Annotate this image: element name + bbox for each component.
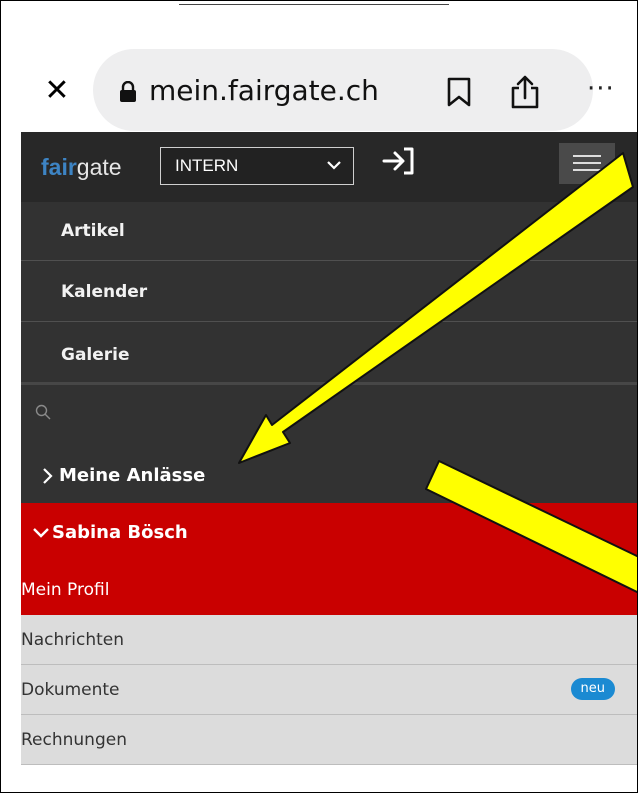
- user-name[interactable]: Sabina Bösch: [52, 517, 188, 549]
- nav-item-galerie[interactable]: Galerie: [21, 326, 637, 385]
- chevron-down-icon[interactable]: [33, 527, 49, 539]
- lock-icon: [120, 81, 136, 102]
- close-icon[interactable]: ✕: [37, 71, 77, 111]
- menu-item-dokumente[interactable]: Dokumente neu: [21, 665, 637, 715]
- screenshot-frame: ✕ mein.fairgate.ch ··· fairgate INTERN A…: [0, 0, 638, 793]
- fairgate-logo[interactable]: fairgate: [41, 152, 122, 182]
- menu-item-mein-profil[interactable]: Mein Profil: [21, 565, 637, 615]
- nav-item-artikel[interactable]: Artikel: [21, 202, 637, 261]
- chevron-right-icon: [43, 468, 53, 484]
- menu-item-label: Rechnungen: [21, 730, 127, 750]
- new-badge: neu: [570, 678, 615, 700]
- hamburger-menu-icon[interactable]: [559, 143, 615, 184]
- search-icon[interactable]: [35, 404, 51, 420]
- url-text[interactable]: mein.fairgate.ch: [149, 71, 379, 111]
- logo-fair-text: fair: [41, 154, 77, 180]
- user-section: Sabina Bösch Mein Profil: [21, 503, 637, 615]
- search-row[interactable]: [21, 392, 637, 442]
- nav-item-label: Kalender: [61, 282, 148, 302]
- nav-item-meine-anlaesse[interactable]: Meine Anlässe: [21, 457, 637, 497]
- more-icon[interactable]: ···: [587, 71, 627, 111]
- bookmark-icon[interactable]: [446, 77, 472, 107]
- area-select-value: INTERN: [175, 156, 239, 175]
- site-header: fairgate INTERN: [21, 132, 637, 202]
- menu-item-label: Nachrichten: [21, 630, 124, 650]
- login-icon[interactable]: [382, 146, 416, 176]
- menu-item-label: Dokumente: [21, 680, 120, 700]
- nav-item-label: Meine Anlässe: [59, 465, 206, 486]
- main-navigation: Artikel Kalender Galerie Meine Anlässe: [21, 202, 637, 503]
- share-icon[interactable]: [510, 74, 540, 110]
- top-border-fragment: [179, 1, 449, 5]
- chevron-down-icon: [327, 161, 341, 170]
- logo-gate-text: gate: [76, 154, 122, 180]
- menu-item-nachrichten[interactable]: Nachrichten: [21, 615, 637, 665]
- nav-item-label: Galerie: [61, 345, 130, 365]
- nav-item-label: Artikel: [61, 221, 125, 241]
- user-submenu: Nachrichten Dokumente neu Rechnungen: [21, 615, 637, 765]
- area-select[interactable]: INTERN: [160, 147, 354, 185]
- nav-item-kalender[interactable]: Kalender: [21, 263, 637, 322]
- menu-item-rechnungen[interactable]: Rechnungen: [21, 715, 637, 765]
